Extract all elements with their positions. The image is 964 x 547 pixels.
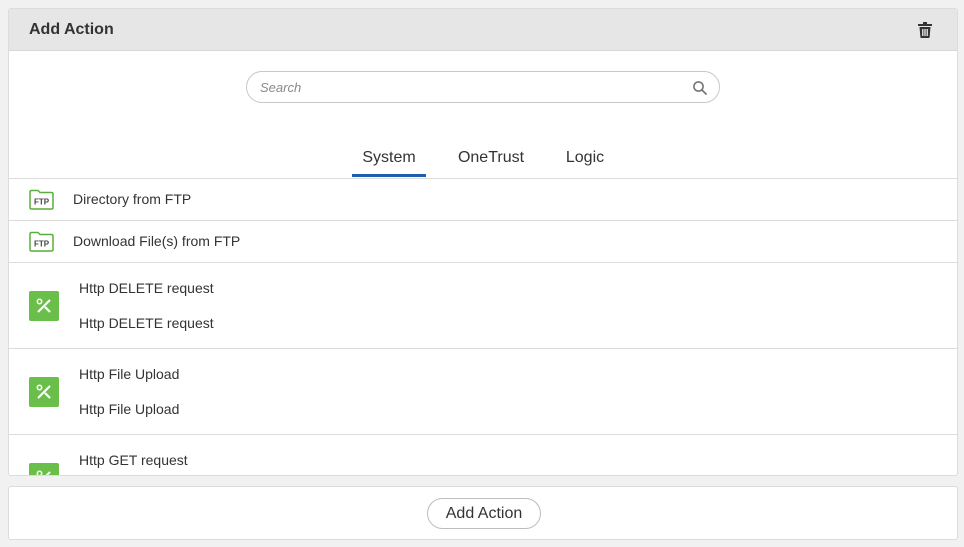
tab-onetrust[interactable]: OneTrust bbox=[450, 144, 532, 178]
panel-header: Add Action bbox=[9, 9, 957, 51]
action-label: Directory from FTP bbox=[73, 191, 192, 207]
panel-title: Add Action bbox=[29, 20, 114, 38]
panel-footer: Add Action bbox=[8, 486, 958, 540]
http-tools-icon bbox=[29, 291, 59, 321]
action-description: Http DELETE request bbox=[79, 315, 214, 331]
ftp-folder-icon: FTP bbox=[29, 231, 54, 252]
action-label: Download File(s) from FTP bbox=[73, 233, 241, 249]
action-item-download-files-from-ftp[interactable]: FTP Download File(s) from FTP bbox=[9, 221, 957, 263]
search-input[interactable] bbox=[247, 72, 719, 102]
action-list: FTP Directory from FTP FTP Download File… bbox=[9, 178, 957, 475]
add-action-button[interactable]: Add Action bbox=[427, 498, 541, 529]
action-item-http-get-request[interactable]: Http GET request bbox=[9, 435, 957, 475]
ftp-folder-icon: FTP bbox=[29, 189, 54, 210]
trash-icon[interactable] bbox=[913, 18, 937, 42]
action-label: Http DELETE request bbox=[79, 280, 214, 296]
tab-system[interactable]: System bbox=[352, 144, 426, 177]
svg-text:FTP: FTP bbox=[34, 240, 50, 249]
tab-bar: System OneTrust Logic bbox=[9, 144, 957, 179]
action-item-directory-from-ftp[interactable]: FTP Directory from FTP bbox=[9, 179, 957, 221]
search-box bbox=[246, 71, 720, 103]
http-tools-icon bbox=[29, 377, 59, 407]
search-icon[interactable] bbox=[692, 80, 708, 96]
action-item-http-file-upload[interactable]: Http File Upload Http File Upload bbox=[9, 349, 957, 435]
action-description: Http File Upload bbox=[79, 401, 180, 417]
action-label: Http GET request bbox=[79, 452, 188, 468]
svg-text:FTP: FTP bbox=[34, 198, 50, 207]
action-label: Http File Upload bbox=[79, 366, 180, 382]
tab-logic[interactable]: Logic bbox=[560, 144, 610, 178]
add-action-panel: Add Action System OneTrust Logic bbox=[8, 8, 958, 476]
http-tools-icon bbox=[29, 463, 59, 475]
action-item-http-delete-request[interactable]: Http DELETE request Http DELETE request bbox=[9, 263, 957, 349]
